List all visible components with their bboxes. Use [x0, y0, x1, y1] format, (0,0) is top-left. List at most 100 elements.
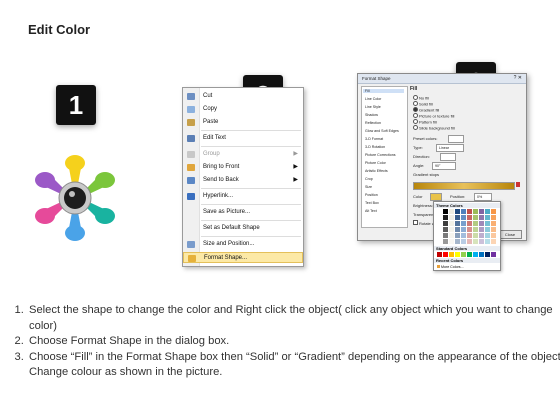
color-swatch[interactable] [473, 221, 478, 226]
color-swatch[interactable] [467, 239, 472, 244]
petal-purple[interactable] [35, 172, 64, 194]
standard-color-swatch[interactable] [485, 252, 490, 257]
type-dropdown[interactable]: Linear [436, 144, 464, 152]
color-swatch[interactable] [437, 209, 442, 214]
nav-item-text-box[interactable]: Text Box [365, 201, 379, 205]
color-swatch[interactable] [437, 233, 442, 238]
menu-item-hyperlink[interactable]: Hyperlink... [183, 191, 303, 202]
nav-item-picture-corrections[interactable]: Picture Corrections [365, 153, 396, 157]
color-swatch[interactable] [479, 227, 484, 232]
position-input[interactable]: 0% [474, 193, 492, 201]
color-swatch[interactable] [479, 239, 484, 244]
color-swatch[interactable] [479, 233, 484, 238]
close-icon[interactable]: ? ✕ [514, 75, 522, 81]
color-swatch[interactable] [461, 239, 466, 244]
standard-color-swatch[interactable] [437, 252, 442, 257]
petal-pink[interactable] [35, 202, 64, 224]
standard-color-swatch[interactable] [455, 252, 460, 257]
standard-color-swatch[interactable] [491, 252, 496, 257]
nav-item-glow[interactable]: Glow and Soft Edges [365, 129, 399, 133]
color-swatch[interactable] [491, 239, 496, 244]
color-swatch[interactable] [485, 215, 490, 220]
menu-item-group[interactable]: Group ▶ [183, 149, 303, 160]
color-swatch[interactable] [479, 215, 484, 220]
color-swatch[interactable] [467, 221, 472, 226]
color-swatch[interactable] [473, 215, 478, 220]
standard-color-swatch[interactable] [479, 252, 484, 257]
color-swatch[interactable] [443, 233, 448, 238]
color-swatch[interactable] [443, 215, 448, 220]
preset-colors-dropdown[interactable] [448, 135, 464, 143]
menu-item-cut[interactable]: Cut [183, 91, 303, 102]
color-swatch[interactable] [443, 239, 448, 244]
color-swatch[interactable] [491, 227, 496, 232]
menu-item-send-to-back[interactable]: Send to Back ▶ [183, 175, 303, 186]
standard-color-swatch[interactable] [467, 252, 472, 257]
radio-solid-fill[interactable]: Solid fill [413, 101, 433, 107]
color-swatch[interactable] [443, 209, 448, 214]
nav-item-shadow[interactable]: Shadow [365, 113, 378, 117]
petal-teal[interactable] [86, 202, 115, 224]
menu-item-copy[interactable]: Copy [183, 104, 303, 115]
radial-shape-graphic[interactable] [15, 150, 135, 245]
more-colors-link[interactable]: More Colors... [437, 265, 464, 269]
nav-item-line-color[interactable]: Line Color [365, 97, 381, 101]
petal-green[interactable] [86, 172, 115, 194]
color-swatch[interactable] [461, 227, 466, 232]
color-swatch[interactable] [437, 215, 442, 220]
nav-item-3d-rotation[interactable]: 3-D Rotation [365, 145, 385, 149]
angle-input[interactable]: 90° [432, 162, 456, 170]
color-swatch[interactable] [467, 209, 472, 214]
color-swatch[interactable] [455, 227, 460, 232]
radio-pattern-fill[interactable]: Pattern fill [413, 119, 437, 125]
color-swatch[interactable] [437, 239, 442, 244]
menu-item-bring-to-front[interactable]: Bring to Front ▶ [183, 162, 303, 173]
color-swatch[interactable] [485, 239, 490, 244]
color-swatch[interactable] [461, 233, 466, 238]
standard-color-swatch[interactable] [461, 252, 466, 257]
color-swatch[interactable] [479, 209, 484, 214]
color-swatch[interactable] [467, 227, 472, 232]
radio-picture-fill[interactable]: Picture or texture fill [413, 113, 454, 119]
nav-item-3d-format[interactable]: 3-D Format [365, 137, 383, 141]
color-swatch[interactable] [461, 209, 466, 214]
color-swatch[interactable] [455, 215, 460, 220]
nav-item-artistic-effects[interactable]: Artistic Effects [365, 169, 388, 173]
menu-item-paste[interactable]: Paste [183, 117, 303, 128]
nav-item-crop[interactable]: Crop [365, 177, 373, 181]
color-swatch[interactable] [467, 215, 472, 220]
color-swatch[interactable] [443, 227, 448, 232]
color-swatch[interactable] [473, 233, 478, 238]
remove-stop-icon[interactable] [516, 182, 520, 187]
radio-slide-background-fill[interactable]: Slide background fill [413, 125, 455, 131]
nav-item-alt-text[interactable]: Alt Text [365, 209, 377, 213]
radio-gradient-fill[interactable]: Gradient fill [413, 107, 439, 113]
color-swatch[interactable] [449, 209, 454, 214]
color-swatch[interactable] [455, 209, 460, 214]
nav-item-reflection[interactable]: Reflection [365, 121, 381, 125]
nav-item-fill[interactable]: Fill [363, 89, 404, 93]
color-picker-button[interactable] [430, 193, 442, 201]
color-swatch[interactable] [437, 227, 442, 232]
menu-item-size-position[interactable]: Size and Position... [183, 239, 303, 250]
color-swatch[interactable] [461, 215, 466, 220]
center-knob[interactable] [64, 187, 86, 209]
close-button[interactable]: Close [498, 230, 522, 239]
color-swatch[interactable] [455, 239, 460, 244]
gradient-stops-bar[interactable] [413, 182, 515, 190]
color-swatch[interactable] [455, 233, 460, 238]
standard-color-swatch[interactable] [449, 252, 454, 257]
standard-color-swatch[interactable] [443, 252, 448, 257]
color-swatch[interactable] [491, 215, 496, 220]
nav-item-size[interactable]: Size [365, 185, 372, 189]
color-swatch[interactable] [491, 221, 496, 226]
nav-item-position[interactable]: Position [365, 193, 378, 197]
nav-item-picture-color[interactable]: Picture Color [365, 161, 386, 165]
color-swatch[interactable] [473, 239, 478, 244]
color-swatch[interactable] [485, 233, 490, 238]
color-swatch[interactable] [455, 221, 460, 226]
direction-dropdown[interactable] [440, 153, 456, 161]
color-swatch[interactable] [485, 227, 490, 232]
color-swatch[interactable] [485, 209, 490, 214]
color-swatch[interactable] [449, 227, 454, 232]
